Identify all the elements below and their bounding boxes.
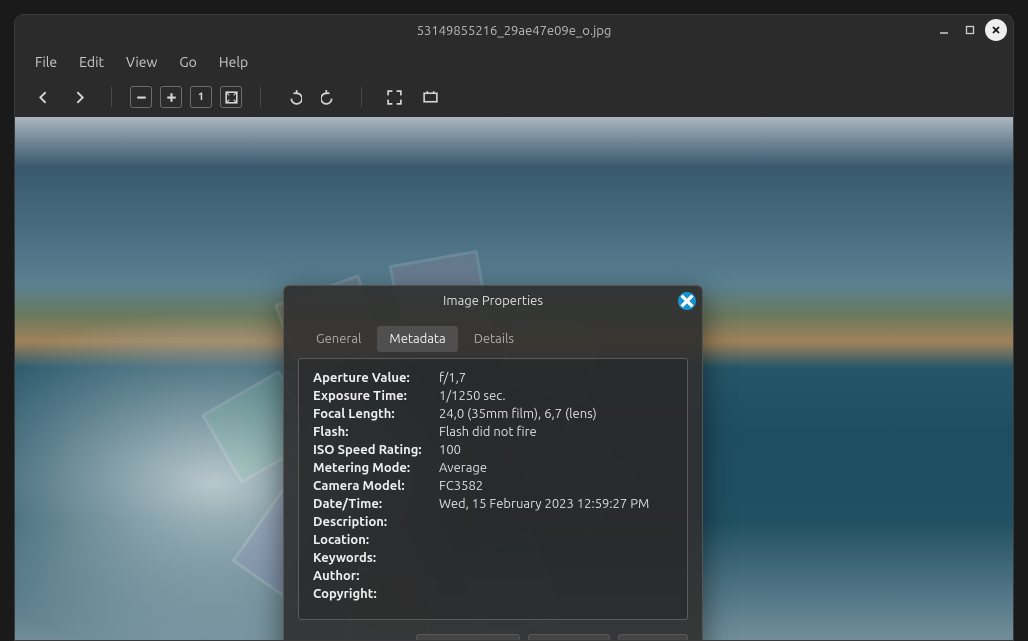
previous-button[interactable]: Previous bbox=[416, 634, 520, 640]
field-aperture: Aperture Value:f/1,7 bbox=[313, 371, 673, 385]
zoom-100-button[interactable]: 1 bbox=[190, 86, 212, 108]
tab-details[interactable]: Details bbox=[462, 326, 526, 352]
titlebar: 53149855216_29ae47e09e_o.jpg bbox=[15, 15, 1013, 47]
datetime-label: Date/Time: bbox=[313, 497, 439, 511]
rotate-left-button[interactable] bbox=[279, 83, 307, 111]
maximize-button[interactable] bbox=[959, 19, 981, 41]
field-keywords: Keywords: bbox=[313, 551, 673, 565]
go-next-button[interactable] bbox=[65, 83, 93, 111]
minimize-button[interactable] bbox=[933, 19, 955, 41]
dialog-tabs: General Metadata Details bbox=[284, 316, 702, 352]
focal-value: 24,0 (35mm film), 6,7 (lens) bbox=[439, 407, 597, 421]
go-previous-button[interactable] bbox=[29, 83, 57, 111]
camera-label: Camera Model: bbox=[313, 479, 439, 493]
field-iso: ISO Speed Rating:100 bbox=[313, 443, 673, 457]
dialog-title: Image Properties bbox=[443, 294, 543, 308]
toolbar: 1 bbox=[15, 77, 1013, 117]
image-viewport[interactable]: Image Properties General Metadata Detail… bbox=[15, 117, 1013, 640]
zoom-in-button[interactable] bbox=[160, 86, 182, 108]
tab-metadata[interactable]: Metadata bbox=[377, 326, 457, 352]
field-author: Author: bbox=[313, 569, 673, 583]
field-metering: Metering Mode:Average bbox=[313, 461, 673, 475]
tab-general[interactable]: General bbox=[304, 326, 373, 352]
field-focal: Focal Length:24,0 (35mm film), 6,7 (lens… bbox=[313, 407, 673, 421]
zoom-out-button[interactable] bbox=[130, 86, 152, 108]
menu-view[interactable]: View bbox=[116, 50, 167, 74]
iso-label: ISO Speed Rating: bbox=[313, 443, 439, 457]
rotate-right-button[interactable] bbox=[315, 83, 343, 111]
image-properties-dialog: Image Properties General Metadata Detail… bbox=[283, 285, 703, 640]
close-button[interactable]: Close bbox=[618, 634, 688, 640]
field-flash: Flash:Flash did not fire bbox=[313, 425, 673, 439]
dialog-footer: Previous Next Close bbox=[284, 620, 702, 640]
focal-label: Focal Length: bbox=[313, 407, 439, 421]
menu-go[interactable]: Go bbox=[169, 50, 206, 74]
description-label: Description: bbox=[313, 515, 439, 529]
close-icon bbox=[678, 292, 696, 310]
dialog-header: Image Properties bbox=[284, 286, 702, 316]
field-exposure: Exposure Time:1/1250 sec. bbox=[313, 389, 673, 403]
author-label: Author: bbox=[313, 569, 439, 583]
metadata-panel: Aperture Value:f/1,7 Exposure Time:1/125… bbox=[298, 358, 688, 620]
flash-value: Flash did not fire bbox=[439, 425, 537, 439]
field-location: Location: bbox=[313, 533, 673, 547]
field-description: Description: bbox=[313, 515, 673, 529]
window-title: 53149855216_29ae47e09e_o.jpg bbox=[417, 24, 612, 38]
field-copyright: Copyright: bbox=[313, 587, 673, 601]
dialog-close-button[interactable] bbox=[678, 292, 696, 310]
zoom-fit-button[interactable] bbox=[220, 86, 242, 108]
fullscreen-button[interactable] bbox=[380, 83, 408, 111]
menu-help[interactable]: Help bbox=[209, 50, 258, 74]
menu-edit[interactable]: Edit bbox=[69, 50, 114, 74]
aperture-label: Aperture Value: bbox=[313, 371, 439, 385]
close-window-button[interactable] bbox=[985, 19, 1007, 41]
slideshow-button[interactable] bbox=[416, 83, 444, 111]
iso-value: 100 bbox=[439, 443, 461, 457]
exposure-label: Exposure Time: bbox=[313, 389, 439, 403]
aperture-value: f/1,7 bbox=[439, 371, 466, 385]
toolbar-separator bbox=[260, 87, 261, 107]
toolbar-separator bbox=[361, 87, 362, 107]
toolbar-separator bbox=[111, 87, 112, 107]
location-label: Location: bbox=[313, 533, 439, 547]
metering-label: Metering Mode: bbox=[313, 461, 439, 475]
window-controls bbox=[933, 19, 1007, 41]
exposure-value: 1/1250 sec. bbox=[439, 389, 506, 403]
keywords-label: Keywords: bbox=[313, 551, 439, 565]
field-camera: Camera Model:FC3582 bbox=[313, 479, 673, 493]
field-datetime: Date/Time:Wed, 15 February 2023 12:59:27… bbox=[313, 497, 673, 511]
copyright-label: Copyright: bbox=[313, 587, 439, 601]
menu-bar: File Edit View Go Help bbox=[15, 47, 1013, 77]
menu-file[interactable]: File bbox=[25, 50, 67, 74]
next-button[interactable]: Next bbox=[528, 634, 610, 640]
flash-label: Flash: bbox=[313, 425, 439, 439]
zoom-100-label: 1 bbox=[198, 91, 204, 103]
app-window: 53149855216_29ae47e09e_o.jpg File Edit V… bbox=[14, 14, 1014, 641]
datetime-value: Wed, 15 February 2023 12:59:27 PM bbox=[439, 497, 649, 511]
camera-value: FC3582 bbox=[439, 479, 483, 493]
metering-value: Average bbox=[439, 461, 487, 475]
